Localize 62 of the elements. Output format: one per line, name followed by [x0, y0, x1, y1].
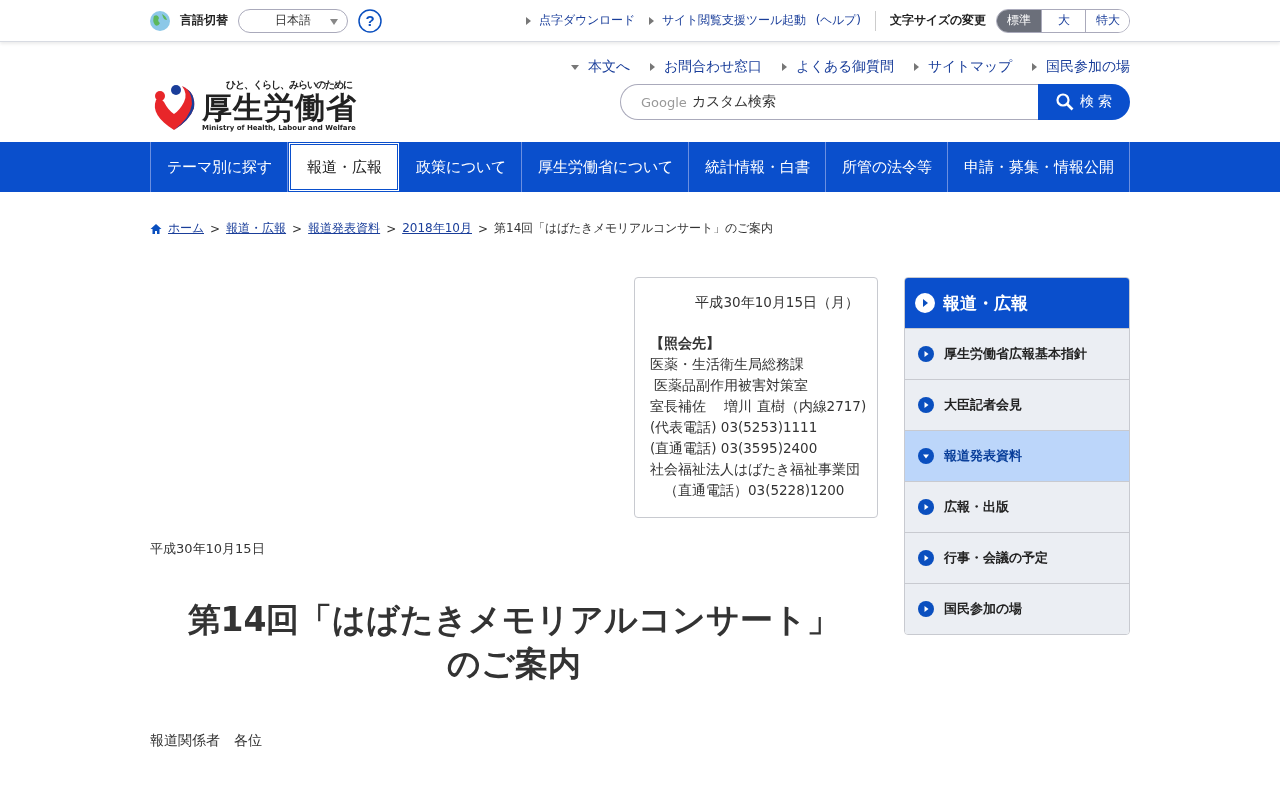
article-title: 第14回「はばたきメモリアルコンサート」のご案内 [186, 599, 842, 685]
top-link[interactable]: 点字ダウンロード [525, 12, 635, 29]
home-icon[interactable] [150, 222, 162, 235]
header-link[interactable]: 国民参加の場 [1032, 58, 1130, 76]
breadcrumb-current: 第14回「はばたきメモリアルコンサート」のご案内 [494, 220, 774, 237]
breadcrumb-separator: > [386, 221, 397, 236]
sidebar-item[interactable]: 報道発表資料 [905, 430, 1129, 481]
play-circle-icon [918, 346, 934, 362]
breadcrumb-link[interactable]: 報道・広報 [226, 220, 287, 237]
contact-line: 医薬・生活衛生局総務課 [650, 355, 805, 374]
play-circle-icon [918, 550, 934, 566]
font-size-label: 文字サイズの変更 [890, 12, 986, 29]
top-link[interactable]: サイト閲覧支援ツール起動 [648, 12, 806, 29]
nav-tab[interactable]: 報道・広報 [288, 142, 400, 192]
language-label: 言語切替 [180, 12, 228, 29]
header-link[interactable]: 本文へ [571, 58, 630, 76]
nav-tab[interactable]: 厚生労働省について [522, 142, 689, 192]
contact-line: 社会福祉法人はばたき福祉事業団 [650, 460, 861, 479]
play-circle-icon [918, 397, 934, 413]
logo-tagline: ひと、くらし、みらいのために [226, 78, 352, 92]
nav-tab[interactable]: 所管の法令等 [826, 142, 948, 192]
breadcrumb-link[interactable]: ホーム [168, 220, 204, 237]
nav-tab[interactable]: 政策について [400, 142, 522, 192]
sidebar-item[interactable]: 行事・会議の予定 [905, 532, 1129, 583]
contact-line: 室長補佐 増川 直樹（内線2717) [650, 397, 868, 416]
contact-date: 平成30年10月15日（月） [694, 293, 860, 312]
breadcrumb-link[interactable]: 報道発表資料 [308, 220, 381, 237]
language-select[interactable]: 日本語 [238, 8, 348, 33]
down-circle-icon [918, 448, 934, 464]
header-link[interactable]: お問合わせ窓口 [650, 58, 762, 76]
breadcrumb-separator: > [292, 221, 303, 236]
sidebar-item[interactable]: 厚生労働省広報基本指針 [905, 328, 1129, 379]
help-link[interactable]: (ヘルプ) [815, 12, 861, 29]
sidebar-item[interactable]: 国民参加の場 [905, 583, 1129, 634]
contact-line: (直通電話) 03(3595)2400 [650, 439, 819, 458]
caret-icon [330, 18, 338, 25]
breadcrumb-separator: > [478, 221, 489, 236]
logo-name: 厚生労働省 [202, 92, 357, 124]
contact-heading: 【照会先】 [650, 334, 721, 353]
breadcrumb-link[interactable]: 2018年10月 [402, 220, 472, 237]
search-icon [1055, 93, 1074, 111]
help-icon[interactable]: ? [358, 8, 382, 33]
header-link[interactable]: サイトマップ [914, 58, 1012, 76]
play-circle-icon [918, 601, 934, 617]
font-size-button[interactable]: 標準 [997, 9, 1041, 32]
play-circle-icon [915, 293, 935, 313]
sidebar-heading[interactable]: 報道・広報 [905, 278, 1129, 328]
sidebar-item[interactable]: 広報・出版 [905, 481, 1129, 532]
contact-line: （直通電話）03(5228)1200 [663, 481, 846, 500]
nav-tab[interactable]: 申請・募集・情報公開 [948, 142, 1130, 192]
sidebar-item[interactable]: 大臣記者会見 [905, 379, 1129, 430]
breadcrumb-separator: > [210, 221, 221, 236]
play-circle-icon [918, 499, 934, 515]
contact-line: 医薬品副作用被害対策室 [653, 376, 810, 395]
globe-icon [150, 10, 170, 31]
addressee-text: 報道関係者 各位 [150, 732, 263, 750]
contact-line: (代表電話) 03(5253)1111 [650, 418, 819, 437]
article-date: 平成30年10月15日 [150, 540, 266, 558]
nav-tab[interactable]: 統計情報・白書 [689, 142, 826, 192]
search-button[interactable]: 検 索 [1038, 84, 1130, 120]
header-link[interactable]: よくある御質問 [782, 58, 894, 76]
font-size-button[interactable]: 特大 [1085, 9, 1129, 32]
